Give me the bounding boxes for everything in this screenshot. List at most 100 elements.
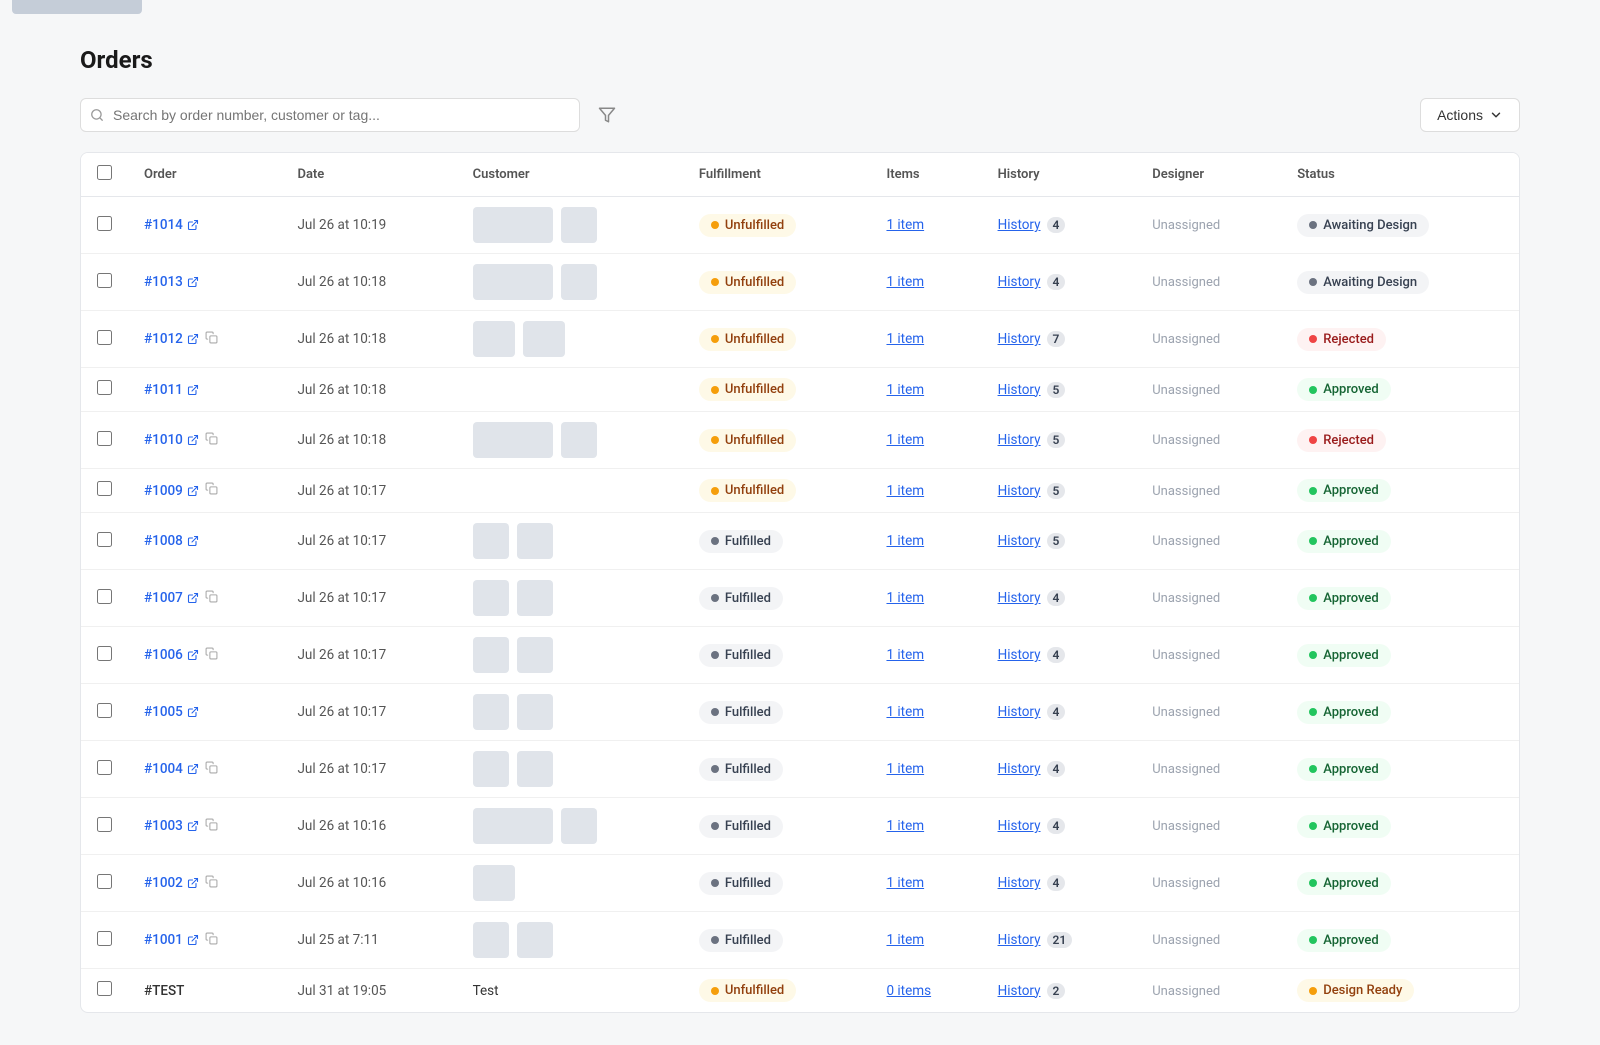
order-link[interactable]: #1014 [144, 217, 199, 233]
copy-icon[interactable] [205, 647, 218, 664]
customer-thumb [473, 523, 509, 559]
row-checkbox[interactable] [97, 216, 112, 231]
history-link[interactable]: History [998, 983, 1041, 999]
row-checkbox[interactable] [97, 931, 112, 946]
customer-thumb [517, 637, 553, 673]
table-row: #1014 Jul 26 at 10:19 Unfulfilled 1 item… [81, 197, 1519, 254]
history-link[interactable]: History [998, 704, 1041, 720]
table-row: #1006 Jul 26 at 10:17 Fulfilled 1 item [81, 627, 1519, 684]
row-checkbox[interactable] [97, 532, 112, 547]
fulfillment-dot [711, 651, 719, 659]
status-dot [1309, 822, 1317, 830]
history-wrap: History 4 [998, 761, 1066, 777]
fulfillment-dot [711, 221, 719, 229]
items-link[interactable]: 1 item [886, 274, 924, 290]
order-cell: #1011 [128, 368, 281, 412]
copy-icon[interactable] [205, 932, 218, 949]
items-link[interactable]: 1 item [886, 382, 924, 398]
history-link[interactable]: History [998, 932, 1041, 948]
items-link[interactable]: 1 item [886, 932, 924, 948]
items-link[interactable]: 1 item [886, 818, 924, 834]
history-link[interactable]: History [998, 590, 1041, 606]
copy-icon[interactable] [205, 482, 218, 499]
row-checkbox[interactable] [97, 481, 112, 496]
items-cell: 1 item [870, 741, 981, 798]
order-link[interactable]: #1012 [144, 331, 199, 347]
order-cell: #1009 [128, 469, 281, 513]
customer-thumb [473, 264, 553, 300]
history-link[interactable]: History [998, 274, 1041, 290]
row-checkbox[interactable] [97, 380, 112, 395]
history-link[interactable]: History [998, 432, 1041, 448]
items-link[interactable]: 1 item [886, 590, 924, 606]
row-checkbox[interactable] [97, 646, 112, 661]
copy-icon[interactable] [205, 818, 218, 835]
items-link[interactable]: 0 items [886, 983, 931, 999]
items-link[interactable]: 1 item [886, 761, 924, 777]
history-link[interactable]: History [998, 761, 1041, 777]
items-link[interactable]: 1 item [886, 483, 924, 499]
items-link[interactable]: 1 item [886, 875, 924, 891]
filter-button[interactable] [590, 98, 624, 132]
actions-label: Actions [1437, 107, 1483, 123]
order-link[interactable]: #1004 [144, 761, 199, 777]
fulfillment-badge: Unfulfilled [699, 429, 796, 452]
row-checkbox[interactable] [97, 330, 112, 345]
order-link[interactable]: #1006 [144, 647, 199, 663]
row-checkbox[interactable] [97, 981, 112, 996]
order-link[interactable]: #1003 [144, 818, 199, 834]
row-checkbox[interactable] [97, 431, 112, 446]
row-checkbox[interactable] [97, 874, 112, 889]
items-link[interactable]: 1 item [886, 533, 924, 549]
order-link[interactable]: #1008 [144, 533, 199, 549]
fulfillment-dot [711, 879, 719, 887]
fulfillment-badge: Unfulfilled [699, 979, 796, 1002]
table-row: #1003 Jul 26 at 10:16 Fulfilled 1 item [81, 798, 1519, 855]
items-link[interactable]: 1 item [886, 331, 924, 347]
items-link[interactable]: 1 item [886, 704, 924, 720]
copy-icon[interactable] [205, 590, 218, 607]
history-link[interactable]: History [998, 647, 1041, 663]
history-link[interactable]: History [998, 875, 1041, 891]
row-checkbox-cell [81, 570, 128, 627]
status-dot [1309, 879, 1317, 887]
history-link[interactable]: History [998, 483, 1041, 499]
history-link[interactable]: History [998, 217, 1041, 233]
copy-icon[interactable] [205, 761, 218, 778]
history-link[interactable]: History [998, 533, 1041, 549]
select-all-checkbox[interactable] [97, 165, 112, 180]
status-cell: Approved [1281, 627, 1519, 684]
row-checkbox[interactable] [97, 703, 112, 718]
status-badge: Awaiting Design [1297, 214, 1429, 237]
order-link[interactable]: #1013 [144, 274, 199, 290]
copy-icon[interactable] [205, 875, 218, 892]
row-checkbox[interactable] [97, 760, 112, 775]
order-link[interactable]: #1001 [144, 932, 199, 948]
designer-label: Unassigned [1152, 705, 1220, 720]
order-link[interactable]: #1007 [144, 590, 199, 606]
copy-icon[interactable] [205, 331, 218, 348]
history-link[interactable]: History [998, 818, 1041, 834]
actions-button[interactable]: Actions [1420, 98, 1520, 132]
order-link[interactable]: #1005 [144, 704, 199, 720]
items-link[interactable]: 1 item [886, 432, 924, 448]
items-link[interactable]: 1 item [886, 217, 924, 233]
row-checkbox[interactable] [97, 273, 112, 288]
order-link[interactable]: #1009 [144, 483, 199, 499]
row-checkbox[interactable] [97, 817, 112, 832]
items-cell: 1 item [870, 412, 981, 469]
copy-icon[interactable] [205, 432, 218, 449]
search-input[interactable] [80, 98, 580, 132]
row-checkbox[interactable] [97, 589, 112, 604]
history-link[interactable]: History [998, 382, 1041, 398]
order-link[interactable]: #1010 [144, 432, 199, 448]
table-row: #1008 Jul 26 at 10:17 Fulfilled 1 item H… [81, 513, 1519, 570]
customer-thumb [561, 422, 597, 458]
order-link[interactable]: #1002 [144, 875, 199, 891]
order-link[interactable]: #1011 [144, 382, 199, 398]
history-link[interactable]: History [998, 331, 1041, 347]
designer-cell: Unassigned [1136, 627, 1281, 684]
history-cell: History 4 [982, 855, 1137, 912]
customer-images [473, 865, 667, 901]
items-link[interactable]: 1 item [886, 647, 924, 663]
